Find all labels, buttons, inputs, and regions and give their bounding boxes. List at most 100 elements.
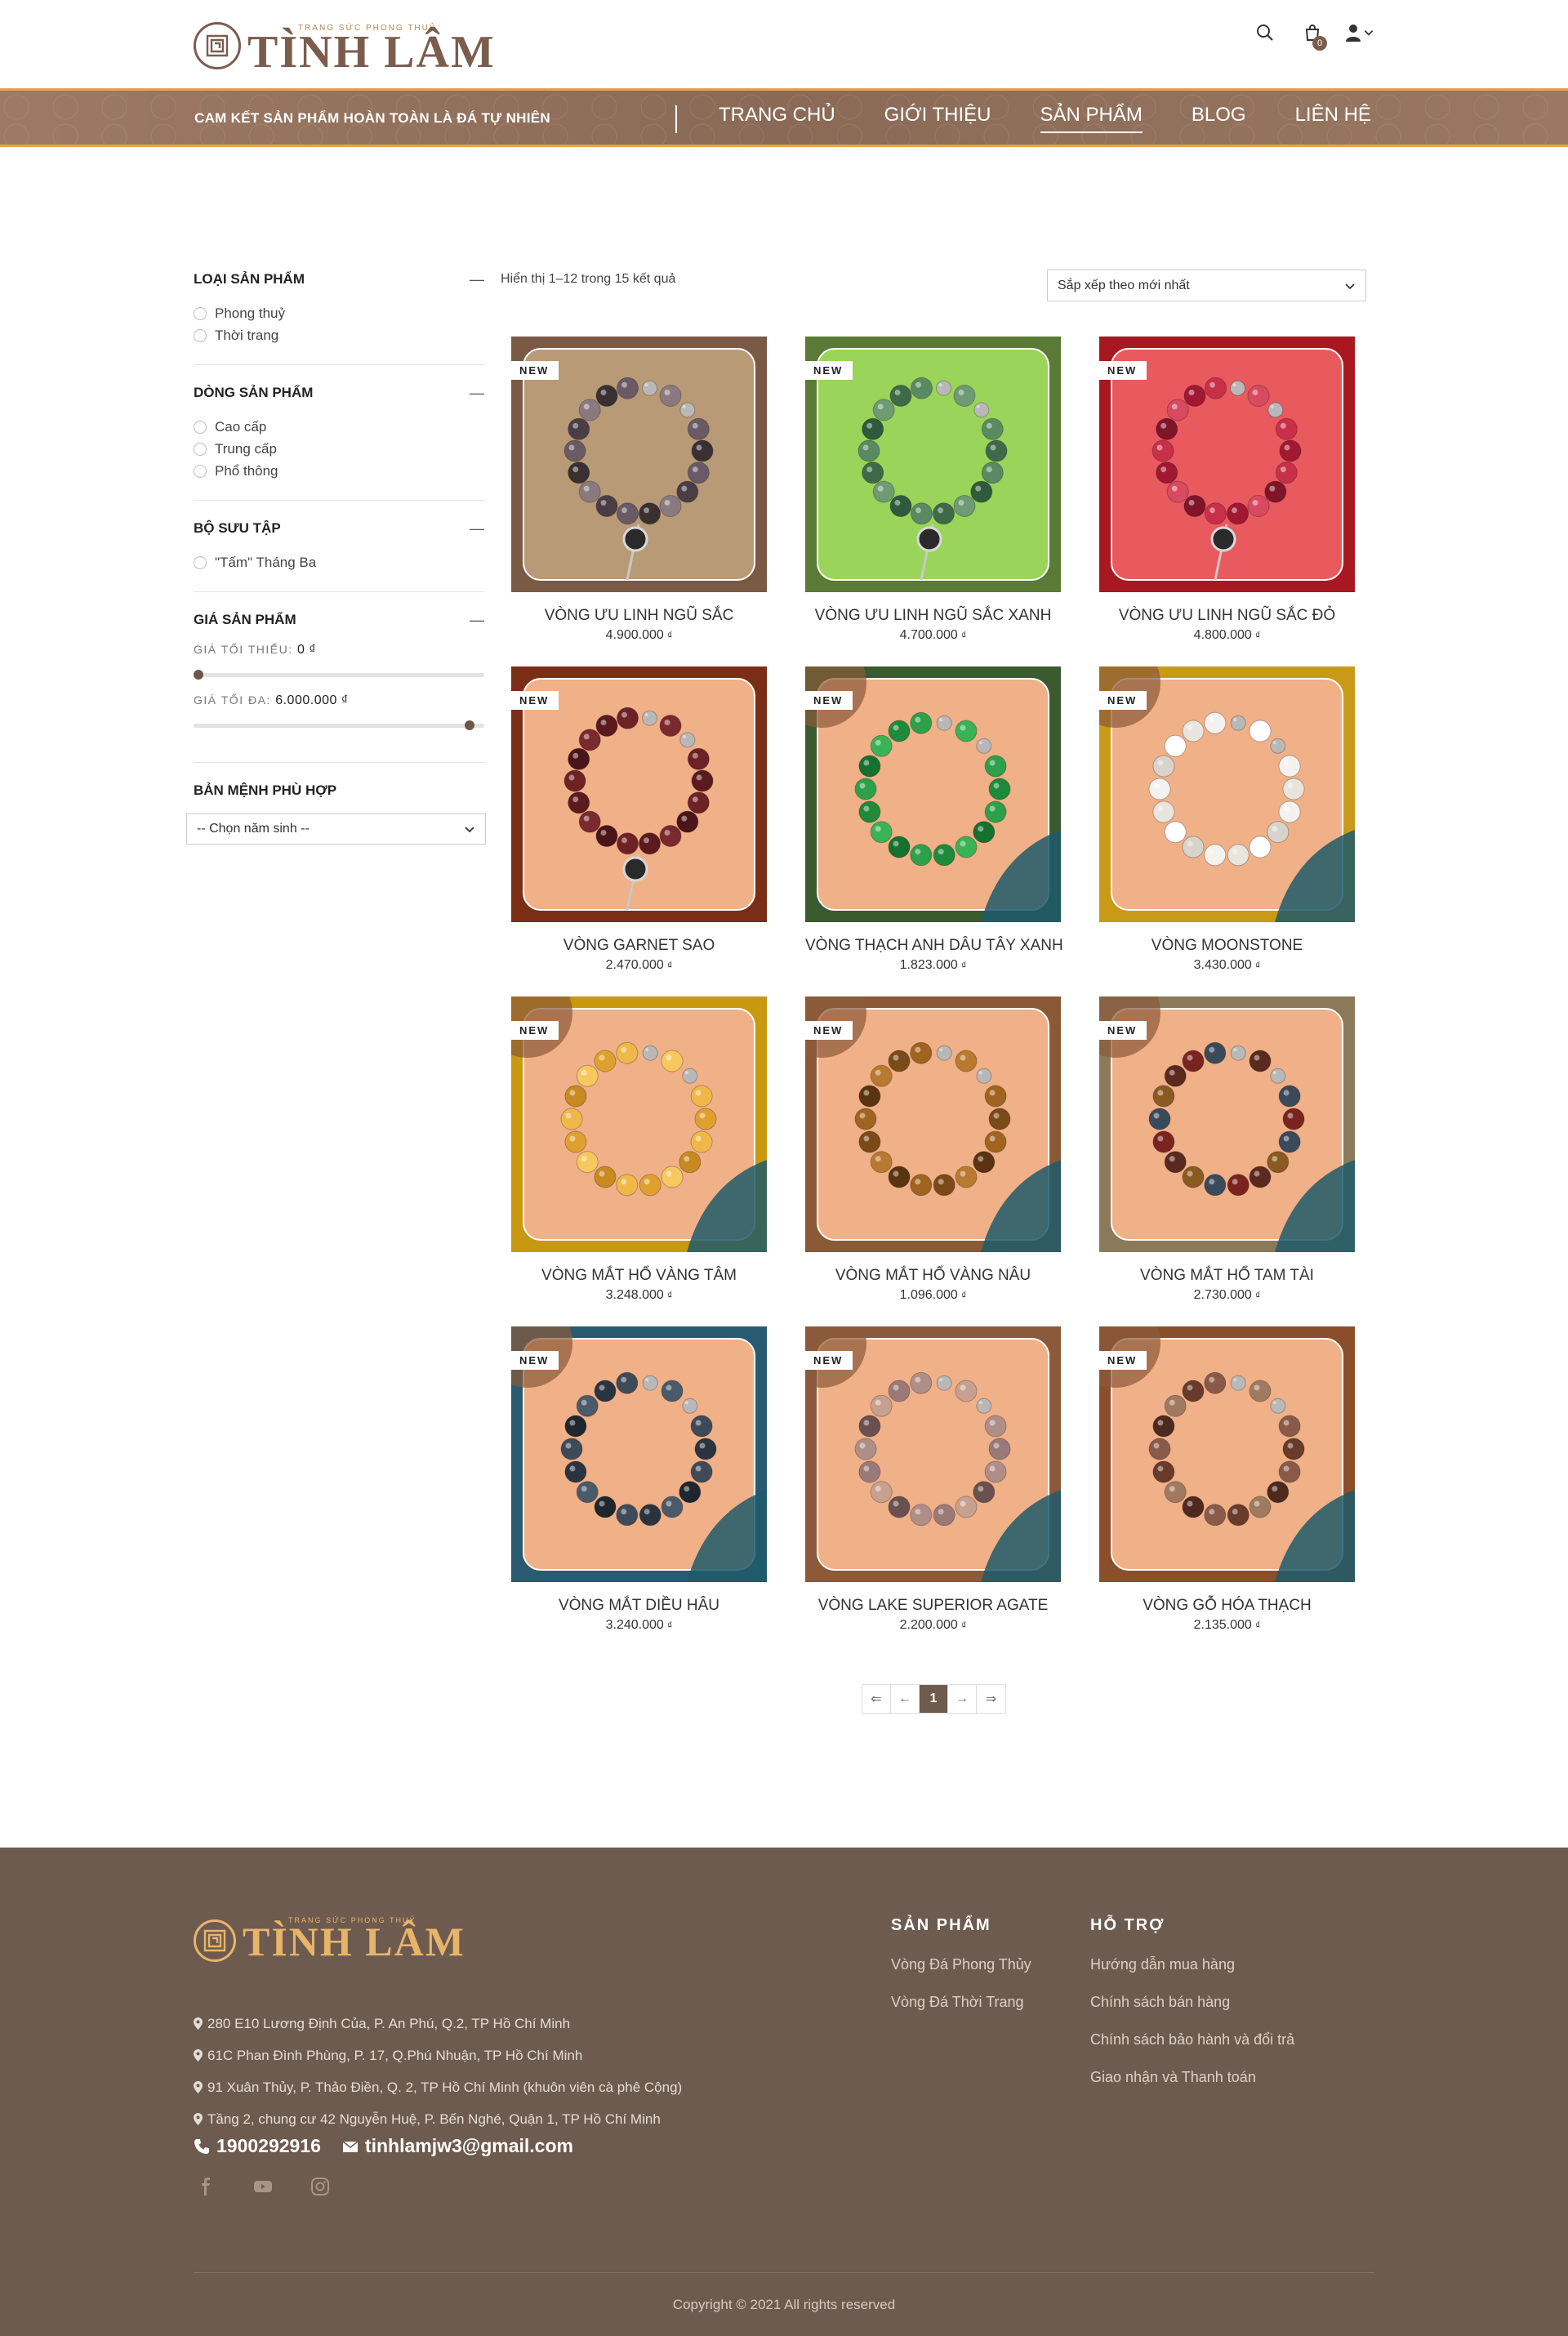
product-card[interactable]: NEW VÒNG THẠCH ANH DÂU TÂY XANH 1.823.000 … bbox=[805, 666, 1063, 996]
first-page-button[interactable]: ⇐ bbox=[862, 1685, 891, 1713]
phone-link[interactable]: 1900292916 bbox=[194, 2135, 321, 2157]
product-image[interactable]: NEW bbox=[1099, 996, 1355, 1252]
product-image[interactable]: NEW bbox=[805, 1326, 1061, 1582]
nav-item-blog[interactable]: BLOG bbox=[1192, 104, 1246, 133]
product-name[interactable]: VÒNG THẠCH ANH DÂU TÂY XANH bbox=[805, 937, 1063, 955]
collapse-icon[interactable]: — bbox=[465, 520, 484, 537]
filter-title: BẢN MỆNH PHÙ HỢP bbox=[194, 782, 337, 798]
search-button[interactable] bbox=[1249, 18, 1281, 47]
youtube-link[interactable] bbox=[251, 2174, 275, 2199]
product-name[interactable]: VÒNG MẮT HỔ VÀNG TÂM bbox=[511, 1267, 767, 1285]
filter-option[interactable]: Phong thuỷ bbox=[194, 302, 484, 324]
nav-item-home[interactable]: TRANG CHỦ bbox=[719, 104, 835, 133]
main-nav: TRANG CHỦ GIỚI THIỆU SẢN PHẨM BLOG LIÊN … bbox=[719, 104, 1420, 133]
product-card[interactable]: NEW VÒNG GỖ HÓA THẠCH 2.135.000 ₫ bbox=[1099, 1326, 1355, 1656]
product-name[interactable]: VÒNG ƯU LINH NGŨ SẮC bbox=[511, 607, 767, 625]
price-amount: 2.135.000 bbox=[1193, 1618, 1252, 1632]
product-card[interactable]: NEW VÒNG GARNET SAO 2.470.000 ₫ bbox=[511, 666, 767, 996]
map-pin-icon bbox=[194, 2081, 203, 2093]
new-badge: NEW bbox=[1099, 1021, 1147, 1040]
prev-page-button[interactable]: ← bbox=[891, 1685, 920, 1713]
filter-title: GIÁ SẢN PHẨM bbox=[194, 612, 296, 627]
product-image[interactable]: NEW bbox=[805, 666, 1061, 922]
account-button[interactable] bbox=[1343, 18, 1376, 47]
last-page-button[interactable]: ⇒ bbox=[977, 1685, 1005, 1713]
filter-option[interactable]: Thời trang bbox=[194, 324, 484, 346]
birth-year-value: -- Chọn năm sinh -- bbox=[197, 822, 310, 836]
product-image[interactable]: NEW bbox=[1099, 337, 1355, 592]
footer: TRANG SỨC PHONG THUỶ TÌNH LÂM 280 E10 Lư… bbox=[0, 1848, 1568, 2336]
product-name[interactable]: VÒNG GỖ HÓA THẠCH bbox=[1099, 1597, 1355, 1615]
product-card[interactable]: NEW VÒNG ƯU LINH NGŨ SẮC XANH 4.700.000 ₫ bbox=[805, 337, 1061, 666]
product-card[interactable]: NEW VÒNG MẮT HỔ VÀNG NÂU 1.096.000 ₫ bbox=[805, 996, 1061, 1326]
next-page-button[interactable]: → bbox=[948, 1685, 977, 1713]
product-name[interactable]: VÒNG MOONSTONE bbox=[1099, 937, 1355, 955]
contact-info: 1900292916 tinhlamjw3@gmail.com bbox=[194, 2135, 595, 2157]
nav-item-contact[interactable]: LIÊN HỆ bbox=[1295, 104, 1371, 133]
nav-item-about[interactable]: GIỚI THIỆU bbox=[884, 104, 991, 133]
instagram-link[interactable] bbox=[308, 2174, 332, 2199]
sort-select[interactable]: Sắp xếp theo mới nhất bbox=[1047, 270, 1366, 301]
filter-option[interactable]: Cao cấp bbox=[194, 416, 484, 438]
footer-link[interactable]: Vòng Đá Phong Thủy bbox=[891, 1956, 1031, 1994]
price-max-slider[interactable] bbox=[194, 716, 484, 734]
product-name[interactable]: VÒNG GARNET SAO bbox=[511, 937, 767, 955]
product-card[interactable]: NEW VÒNG LAKE SUPERIOR AGATE 2.200.000 ₫ bbox=[805, 1326, 1061, 1656]
product-price: 2.200.000 ₫ bbox=[805, 1618, 1061, 1633]
collapse-icon[interactable]: — bbox=[465, 385, 484, 402]
footer-link[interactable]: Chính sách bán hàng bbox=[1090, 1994, 1294, 2031]
filter-option[interactable]: Trung cấp bbox=[194, 438, 484, 460]
product-image[interactable]: NEW bbox=[1099, 1326, 1355, 1582]
price-currency: ₫ bbox=[1255, 1620, 1261, 1631]
product-image[interactable]: NEW bbox=[511, 337, 767, 592]
product-name[interactable]: VÒNG LAKE SUPERIOR AGATE bbox=[805, 1597, 1061, 1615]
product-image[interactable]: NEW bbox=[511, 996, 767, 1252]
product-name[interactable]: VÒNG ƯU LINH NGŨ SẮC XANH bbox=[805, 607, 1061, 625]
product-image[interactable]: NEW bbox=[1099, 666, 1355, 922]
product-image[interactable]: NEW bbox=[805, 996, 1061, 1252]
slider-handle[interactable] bbox=[194, 670, 203, 680]
product-name[interactable]: VÒNG ƯU LINH NGŨ SẮC ĐỎ bbox=[1099, 607, 1355, 625]
copyright-text: Copyright © 2021 All rights reserved bbox=[672, 2297, 896, 2312]
logo-mark-icon bbox=[194, 22, 241, 69]
footer-link[interactable]: Chính sách bảo hành và đổi trả bbox=[1090, 2031, 1294, 2069]
footer-link[interactable]: Vòng Đá Thời Trang bbox=[891, 1994, 1031, 2031]
current-page[interactable]: 1 bbox=[920, 1685, 948, 1713]
logo[interactable]: TRANG SỨC PHONG THUỶ TÌNH LÂM bbox=[194, 18, 494, 75]
product-image[interactable]: NEW bbox=[805, 337, 1061, 592]
collapse-icon[interactable]: — bbox=[465, 612, 484, 629]
address-row: 280 E10 Lương Định Của, P. An Phú, Q.2, … bbox=[194, 2008, 682, 2040]
cart-button[interactable]: 0 bbox=[1296, 18, 1329, 51]
product-name[interactable]: VÒNG MẮT HỔ VÀNG NÂU bbox=[805, 1267, 1061, 1285]
product-card[interactable]: NEW VÒNG ƯU LINH NGŨ SẮC ĐỎ 4.800.000 ₫ bbox=[1099, 337, 1355, 666]
email-link[interactable]: tinhlamjw3@gmail.com bbox=[342, 2135, 573, 2157]
footer-products-column: SẢN PHẨM Vòng Đá Phong Thủy Vòng Đá Thời… bbox=[891, 1916, 1031, 2031]
product-name[interactable]: VÒNG MẮT DIỀU HÂU bbox=[511, 1597, 767, 1615]
footer-link[interactable]: Hướng dẫn mua hàng bbox=[1090, 1956, 1294, 1994]
footer-link[interactable]: Giao nhận và Thanh toán bbox=[1090, 2069, 1294, 2106]
product-card[interactable]: NEW VÒNG MẮT HỔ TAM TÀI 2.730.000 ₫ bbox=[1099, 996, 1355, 1326]
product-image[interactable]: NEW bbox=[511, 1326, 767, 1582]
collapse-icon[interactable]: — bbox=[465, 271, 484, 288]
product-card[interactable]: NEW VÒNG ƯU LINH NGŨ SẮC 4.900.000 ₫ bbox=[511, 337, 767, 666]
product-name[interactable]: VÒNG MẮT HỔ TAM TÀI bbox=[1099, 1267, 1355, 1285]
envelope-icon bbox=[342, 2140, 359, 2152]
product-card[interactable]: NEW VÒNG MOONSTONE 3.430.000 ₫ bbox=[1099, 666, 1355, 996]
address-row: Tầng 2, chung cư 42 Nguyễn Huệ, P. Bến N… bbox=[194, 2103, 682, 2135]
footer-logo[interactable]: TRANG SỨC PHONG THUỶ TÌNH LÂM bbox=[194, 1916, 464, 1965]
slider-handle[interactable] bbox=[465, 720, 474, 730]
filter-option[interactable]: Phổ thông bbox=[194, 460, 484, 482]
birth-year-select[interactable]: -- Chọn năm sinh -- bbox=[186, 814, 486, 845]
map-pin-icon bbox=[194, 2113, 203, 2125]
filter-option[interactable]: "Tấm" Tháng Ba bbox=[194, 551, 484, 573]
footer-divider bbox=[194, 2272, 1374, 2273]
product-card[interactable]: NEW VÒNG MẮT DIỀU HÂU 3.240.000 ₫ bbox=[511, 1326, 767, 1656]
price-amount: 3.240.000 bbox=[605, 1618, 664, 1632]
facebook-link[interactable] bbox=[194, 2174, 218, 2199]
nav-item-products[interactable]: SẢN PHẨM bbox=[1040, 104, 1143, 133]
price-currency: ₫ bbox=[1255, 960, 1261, 971]
product-card[interactable]: NEW VÒNG MẮT HỔ VÀNG TÂM 3.248.000 ₫ bbox=[511, 996, 767, 1326]
sort-value: Sắp xếp theo mới nhất bbox=[1058, 278, 1190, 292]
price-min-slider[interactable] bbox=[194, 666, 484, 684]
product-image[interactable]: NEW bbox=[511, 666, 767, 922]
